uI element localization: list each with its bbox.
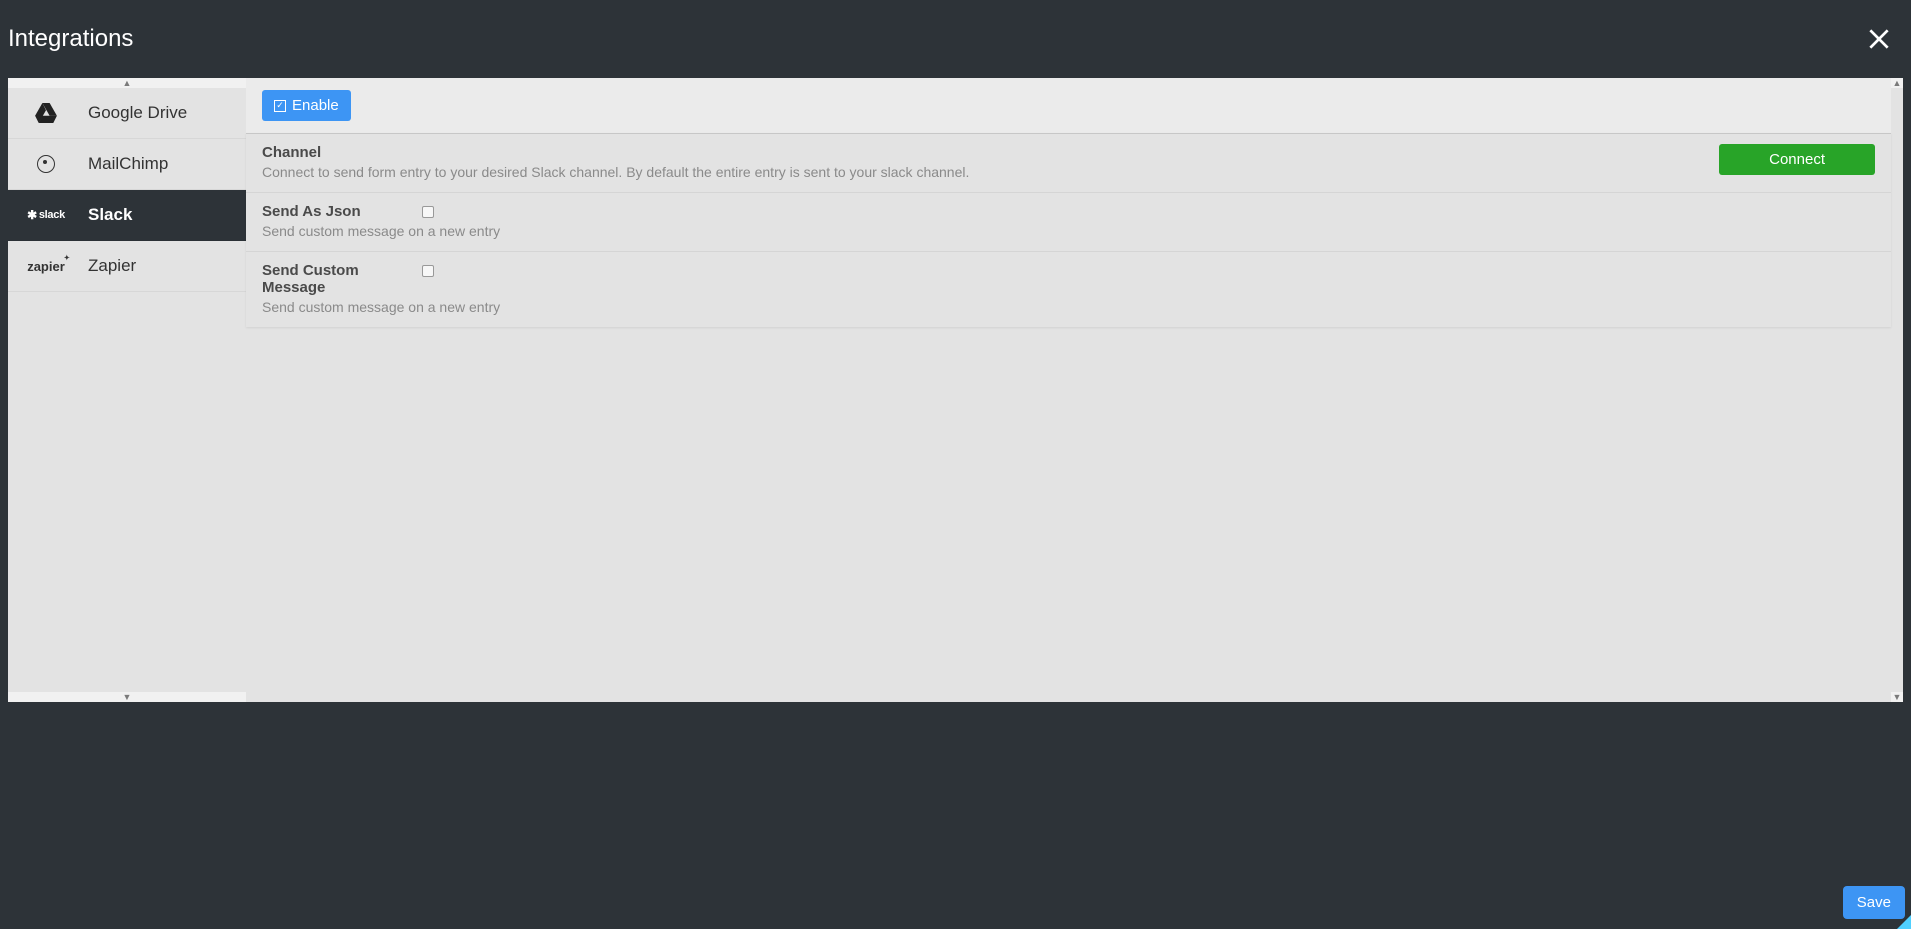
sidebar-scroll-down[interactable]: ▼ (8, 692, 246, 702)
send-custom-title: Send Custom Message (262, 262, 362, 296)
send-custom-desc: Send custom message on a new entry (262, 299, 1875, 315)
integration-content: ▲ ✓ Enable Channel Connect to send form … (246, 78, 1903, 702)
app-root: Integrations ▲ Google Drive MailChimp (0, 0, 1911, 929)
google-drive-icon (22, 103, 70, 123)
sidebar-item-label: Google Drive (88, 103, 187, 123)
footer-save: Save (1843, 886, 1905, 919)
enable-check-icon: ✓ (274, 100, 286, 112)
content-scroll-up[interactable]: ▲ (1891, 78, 1903, 88)
sidebar-item-label: MailChimp (88, 154, 168, 174)
modal-header: Integrations (0, 0, 1911, 78)
close-button[interactable] (1865, 25, 1893, 53)
sidebar-item-label: Slack (88, 205, 132, 225)
send-custom-message-section: Send Custom Message Send custom message … (246, 252, 1891, 327)
page-title: Integrations (8, 25, 133, 53)
sidebar-item-zapier[interactable]: zapier Zapier (8, 241, 246, 292)
channel-desc: Connect to send form entry to your desir… (262, 164, 1699, 180)
channel-title: Channel (262, 144, 1699, 161)
send-json-checkbox[interactable] (422, 206, 434, 218)
sidebar-list: Google Drive MailChimp slack Slack zapie… (8, 88, 246, 692)
enable-button[interactable]: ✓ Enable (262, 90, 351, 121)
sidebar-item-label: Zapier (88, 256, 136, 276)
zapier-icon: zapier (22, 259, 70, 274)
sidebar-scroll-up[interactable]: ▲ (8, 78, 246, 88)
enable-bar: ✓ Enable (246, 78, 1891, 133)
mailchimp-icon (22, 155, 70, 173)
connect-button[interactable]: Connect (1719, 144, 1875, 175)
content-inner: ✓ Enable Channel Connect to send form en… (246, 78, 1903, 702)
channel-section: Channel Connect to send form entry to yo… (246, 134, 1891, 193)
sidebar-item-google-drive[interactable]: Google Drive (8, 88, 246, 139)
integrations-sidebar: ▲ Google Drive MailChimp slack Slack (8, 78, 246, 702)
send-as-json-section: Send As Json Send custom message on a ne… (246, 193, 1891, 252)
enable-button-label: Enable (292, 97, 339, 114)
slack-icon: slack (22, 208, 70, 222)
send-json-desc: Send custom message on a new entry (262, 223, 1875, 239)
main-panel: ▲ Google Drive MailChimp slack Slack (8, 78, 1903, 702)
sidebar-item-slack[interactable]: slack Slack (8, 190, 246, 241)
sidebar-item-mailchimp[interactable]: MailChimp (8, 139, 246, 190)
save-button[interactable]: Save (1843, 886, 1905, 919)
settings-card: Channel Connect to send form entry to yo… (246, 133, 1891, 327)
send-custom-checkbox[interactable] (422, 265, 434, 277)
send-json-title: Send As Json (262, 203, 362, 220)
content-scroll-down[interactable]: ▼ (1891, 692, 1903, 702)
close-icon (1866, 26, 1892, 52)
